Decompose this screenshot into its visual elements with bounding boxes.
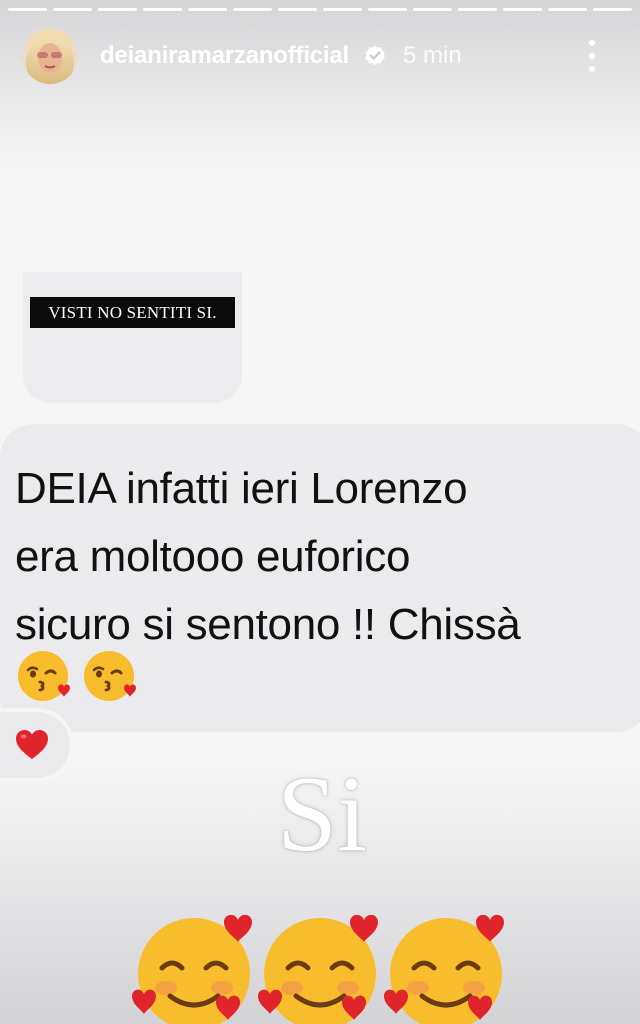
progress-segment (323, 8, 362, 11)
quoted-story-label: VISTI NO SENTITI SI. (30, 297, 235, 328)
kissing-face-with-heart-icon (18, 651, 70, 701)
progress-segment (188, 8, 227, 11)
progress-segment (368, 8, 407, 11)
message-text: DEIA infatti ieri Lorenzo era moltooo eu… (15, 455, 635, 659)
progress-segment (233, 8, 272, 11)
message-emoji-row (15, 648, 137, 704)
overlay-text: Si (276, 755, 368, 874)
more-vertical-icon[interactable] (588, 40, 596, 72)
quoted-story-card[interactable] (23, 272, 242, 403)
message-line: era moltooo euforico (15, 532, 411, 581)
progress-segment (458, 8, 497, 11)
kissing-face-with-heart-icon (84, 651, 136, 701)
progress-segment (98, 8, 137, 11)
progress-segment (593, 8, 632, 11)
progress-segment (503, 8, 542, 11)
progress-segment (53, 8, 92, 11)
story-viewer[interactable]: deianiramarzanofficial 5 min VISTI NO SE… (0, 0, 640, 1024)
avatar[interactable] (22, 28, 78, 84)
message-line: DEIA infatti ieri Lorenzo (15, 464, 468, 513)
progress-segment (143, 8, 182, 11)
smiling-face-with-hearts-icon (258, 914, 378, 1024)
story-progress-bar (8, 8, 632, 11)
username[interactable]: deianiramarzanofficial (100, 42, 349, 70)
top-gradient (0, 0, 640, 170)
progress-segment (413, 8, 452, 11)
post-time: 5 min (403, 42, 462, 69)
verified-badge-icon (365, 45, 385, 66)
story-header: deianiramarzanofficial 5 min (22, 27, 624, 85)
progress-segment (278, 8, 317, 11)
progress-segment (8, 8, 47, 11)
red-heart-icon (16, 730, 48, 759)
progress-segment (548, 8, 587, 11)
smiling-face-with-hearts-icon (132, 914, 252, 1024)
smiling-face-with-hearts-icon (384, 914, 504, 1024)
